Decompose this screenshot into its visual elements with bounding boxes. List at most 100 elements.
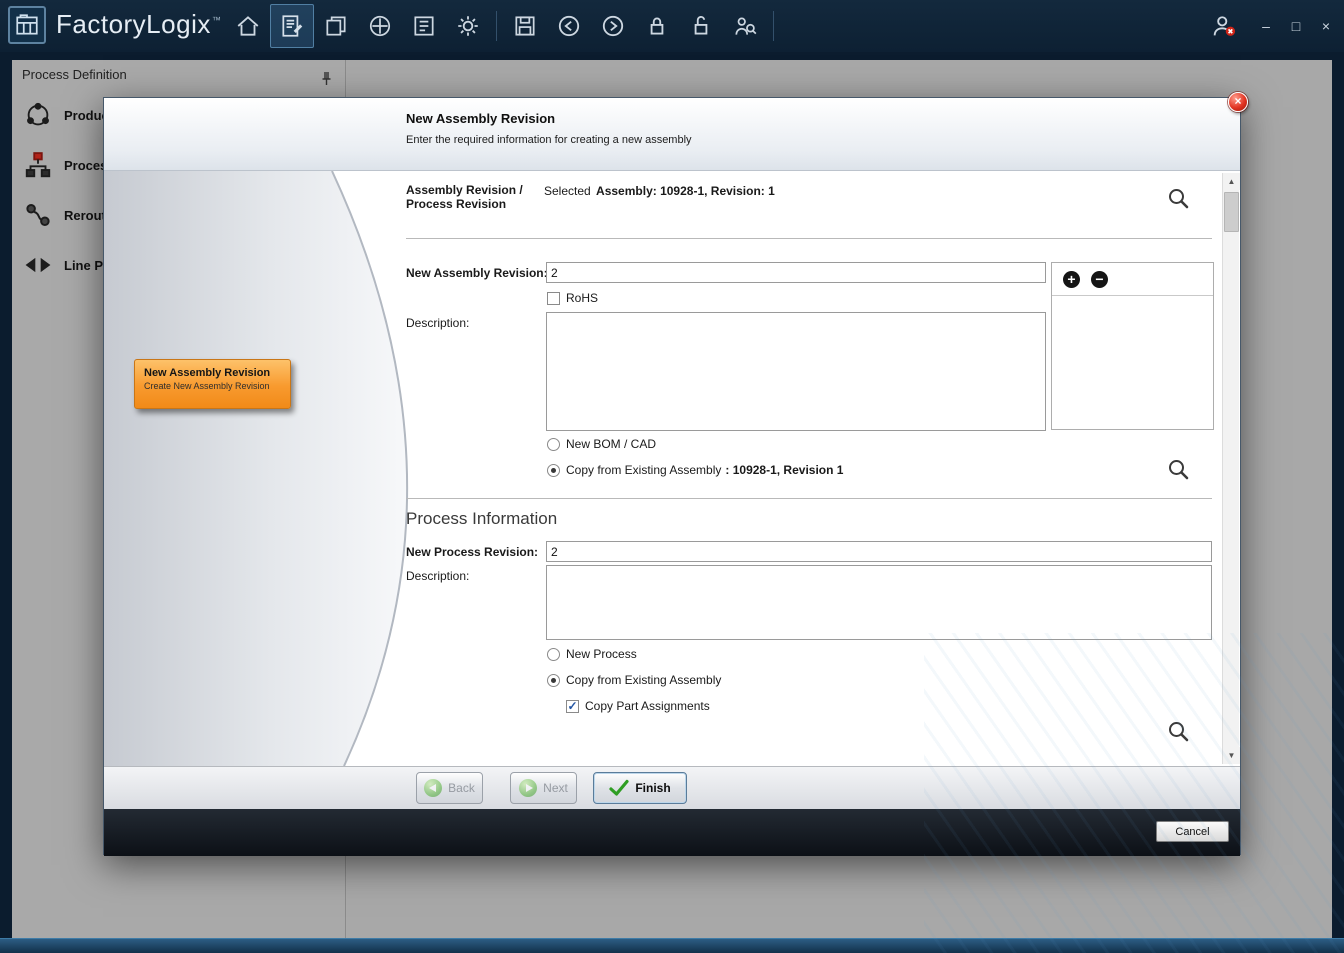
new-process-radio-row[interactable]: New Process [547, 647, 637, 661]
search-assembly-icon[interactable] [1167, 187, 1191, 211]
application-window: FactoryLogix™ [0, 0, 1344, 953]
home-button[interactable] [226, 4, 270, 48]
new-bom-cad-radio[interactable] [547, 438, 560, 451]
panel-title: Process Definition [22, 67, 127, 82]
wizard-step-subtitle: Create New Assembly Revision [135, 381, 290, 391]
assembly-list-box: + − [1051, 262, 1214, 430]
lock-button[interactable] [635, 4, 679, 48]
copy-existing-assembly-label: Copy from Existing Assembly [566, 463, 721, 477]
new-bom-cad-label: New BOM / CAD [566, 437, 656, 451]
titlebar: FactoryLogix™ [0, 0, 1344, 52]
wizard-side-panel [104, 171, 504, 766]
copy-existing-assembly-value: : 10928-1, Revision 1 [725, 463, 843, 477]
dialog-title: New Assembly Revision [406, 111, 555, 126]
next-arrow-icon [519, 779, 537, 797]
app-logo-icon [8, 6, 46, 44]
unlock-button[interactable] [679, 4, 723, 48]
copy-part-assignments-checkbox[interactable]: ✓ [566, 700, 579, 713]
processes-icon [21, 148, 55, 182]
user-search-icon [732, 13, 758, 39]
window-bottom-edge [0, 938, 1344, 953]
sidebar-item-label: Line Pr [64, 258, 108, 273]
wizard-back-button[interactable]: Back [416, 772, 483, 804]
save-icon [512, 13, 538, 39]
assembly-revision-label: Assembly Revision / Process Revision [406, 183, 523, 211]
settings-button[interactable] [446, 4, 490, 48]
lock-icon [644, 13, 670, 39]
home-icon [235, 13, 261, 39]
rohs-checkbox[interactable] [547, 292, 560, 305]
new-process-radio[interactable] [547, 648, 560, 661]
search-process-icon[interactable] [1167, 720, 1191, 744]
new-process-revision-label: New Process Revision: [406, 545, 538, 559]
copy-process-radio[interactable] [547, 674, 560, 687]
scroll-down-icon[interactable]: ▼ [1223, 747, 1240, 764]
copy-part-assignments-row[interactable]: ✓ Copy Part Assignments [566, 699, 710, 713]
process-definition-button[interactable] [270, 4, 314, 48]
wizard-step-title: New Assembly Revision [135, 360, 290, 381]
products-icon [21, 98, 55, 132]
copy-existing-assembly-radio[interactable] [547, 464, 560, 477]
section-divider [406, 498, 1212, 499]
pin-icon[interactable] [320, 67, 333, 97]
wizard-button-bar: Back Next Finish [104, 766, 1240, 809]
dialog-body: New Assembly Revision Create New Assembl… [104, 171, 1240, 766]
new-assembly-revision-input[interactable] [546, 262, 1046, 283]
app-name: FactoryLogix™ [56, 9, 221, 40]
close-icon: × [1234, 94, 1241, 108]
panel-header: Process Definition [12, 60, 345, 90]
wizard-step-current: New Assembly Revision Create New Assembl… [134, 359, 291, 409]
reroute-icon [21, 198, 55, 232]
dialog-header: New Assembly Revision Enter the required… [104, 98, 1240, 171]
trademark: ™ [212, 15, 222, 25]
copy-process-label: Copy from Existing Assembly [566, 673, 721, 687]
scrollbar-thumb[interactable] [1224, 192, 1239, 232]
app-name-text: FactoryLogix [56, 9, 211, 39]
sidebar-item-label: Proces [64, 158, 107, 173]
copy-process-radio-row[interactable]: Copy from Existing Assembly [547, 673, 721, 687]
scroll-up-icon[interactable]: ▲ [1223, 173, 1240, 190]
new-process-revision-input[interactable] [546, 541, 1212, 562]
process-description-textarea[interactable] [546, 565, 1212, 640]
settings-icon [455, 13, 481, 39]
reports-button[interactable] [402, 4, 446, 48]
new-bom-cad-radio-row[interactable]: New BOM / CAD [547, 437, 656, 451]
dialog-close-button[interactable]: × [1228, 92, 1248, 112]
titlebar-right: – □ × [1202, 0, 1336, 52]
maximize-button[interactable]: □ [1286, 0, 1306, 52]
section-divider [406, 238, 1212, 239]
back-button[interactable] [547, 4, 591, 48]
process-description-label: Description: [406, 569, 469, 583]
rohs-label: RoHS [566, 291, 598, 305]
process-information-heading: Process Information [406, 509, 557, 529]
rohs-checkbox-row[interactable]: RoHS [547, 291, 598, 305]
add-icon[interactable]: + [1063, 271, 1080, 288]
forward-button[interactable] [591, 4, 635, 48]
dialog-footer: Cancel [104, 809, 1240, 856]
user-session-button[interactable] [1202, 4, 1246, 48]
vertical-scrollbar[interactable]: ▲ ▼ [1222, 173, 1239, 764]
copy-existing-assembly-radio-row[interactable]: Copy from Existing Assembly : 10928-1, R… [547, 463, 843, 477]
templates-button[interactable] [314, 4, 358, 48]
main-toolbar [226, 4, 780, 48]
close-window-button[interactable]: × [1316, 0, 1336, 52]
sidebar-item-label: Rerout [64, 208, 106, 223]
unlock-icon [688, 13, 714, 39]
assembly-list-toolbar: + − [1052, 263, 1213, 296]
forward-icon [600, 13, 626, 39]
toolbar-separator [773, 11, 774, 41]
selected-assembly-text: Selected Assembly: 10928-1, Revision: 1 [544, 184, 775, 198]
wizard-next-button[interactable]: Next [510, 772, 577, 804]
navigator-button[interactable] [358, 4, 402, 48]
remove-icon[interactable]: − [1091, 271, 1108, 288]
templates-icon [323, 13, 349, 39]
user-search-button[interactable] [723, 4, 767, 48]
minimize-button[interactable]: – [1256, 0, 1276, 52]
search-copy-assembly-icon[interactable] [1167, 458, 1191, 482]
assembly-description-textarea[interactable] [546, 312, 1046, 431]
line-process-icon [21, 248, 55, 282]
cancel-button[interactable]: Cancel [1156, 821, 1229, 842]
description-label: Description: [406, 316, 469, 330]
wizard-finish-button[interactable]: Finish [593, 772, 687, 804]
save-button[interactable] [503, 4, 547, 48]
